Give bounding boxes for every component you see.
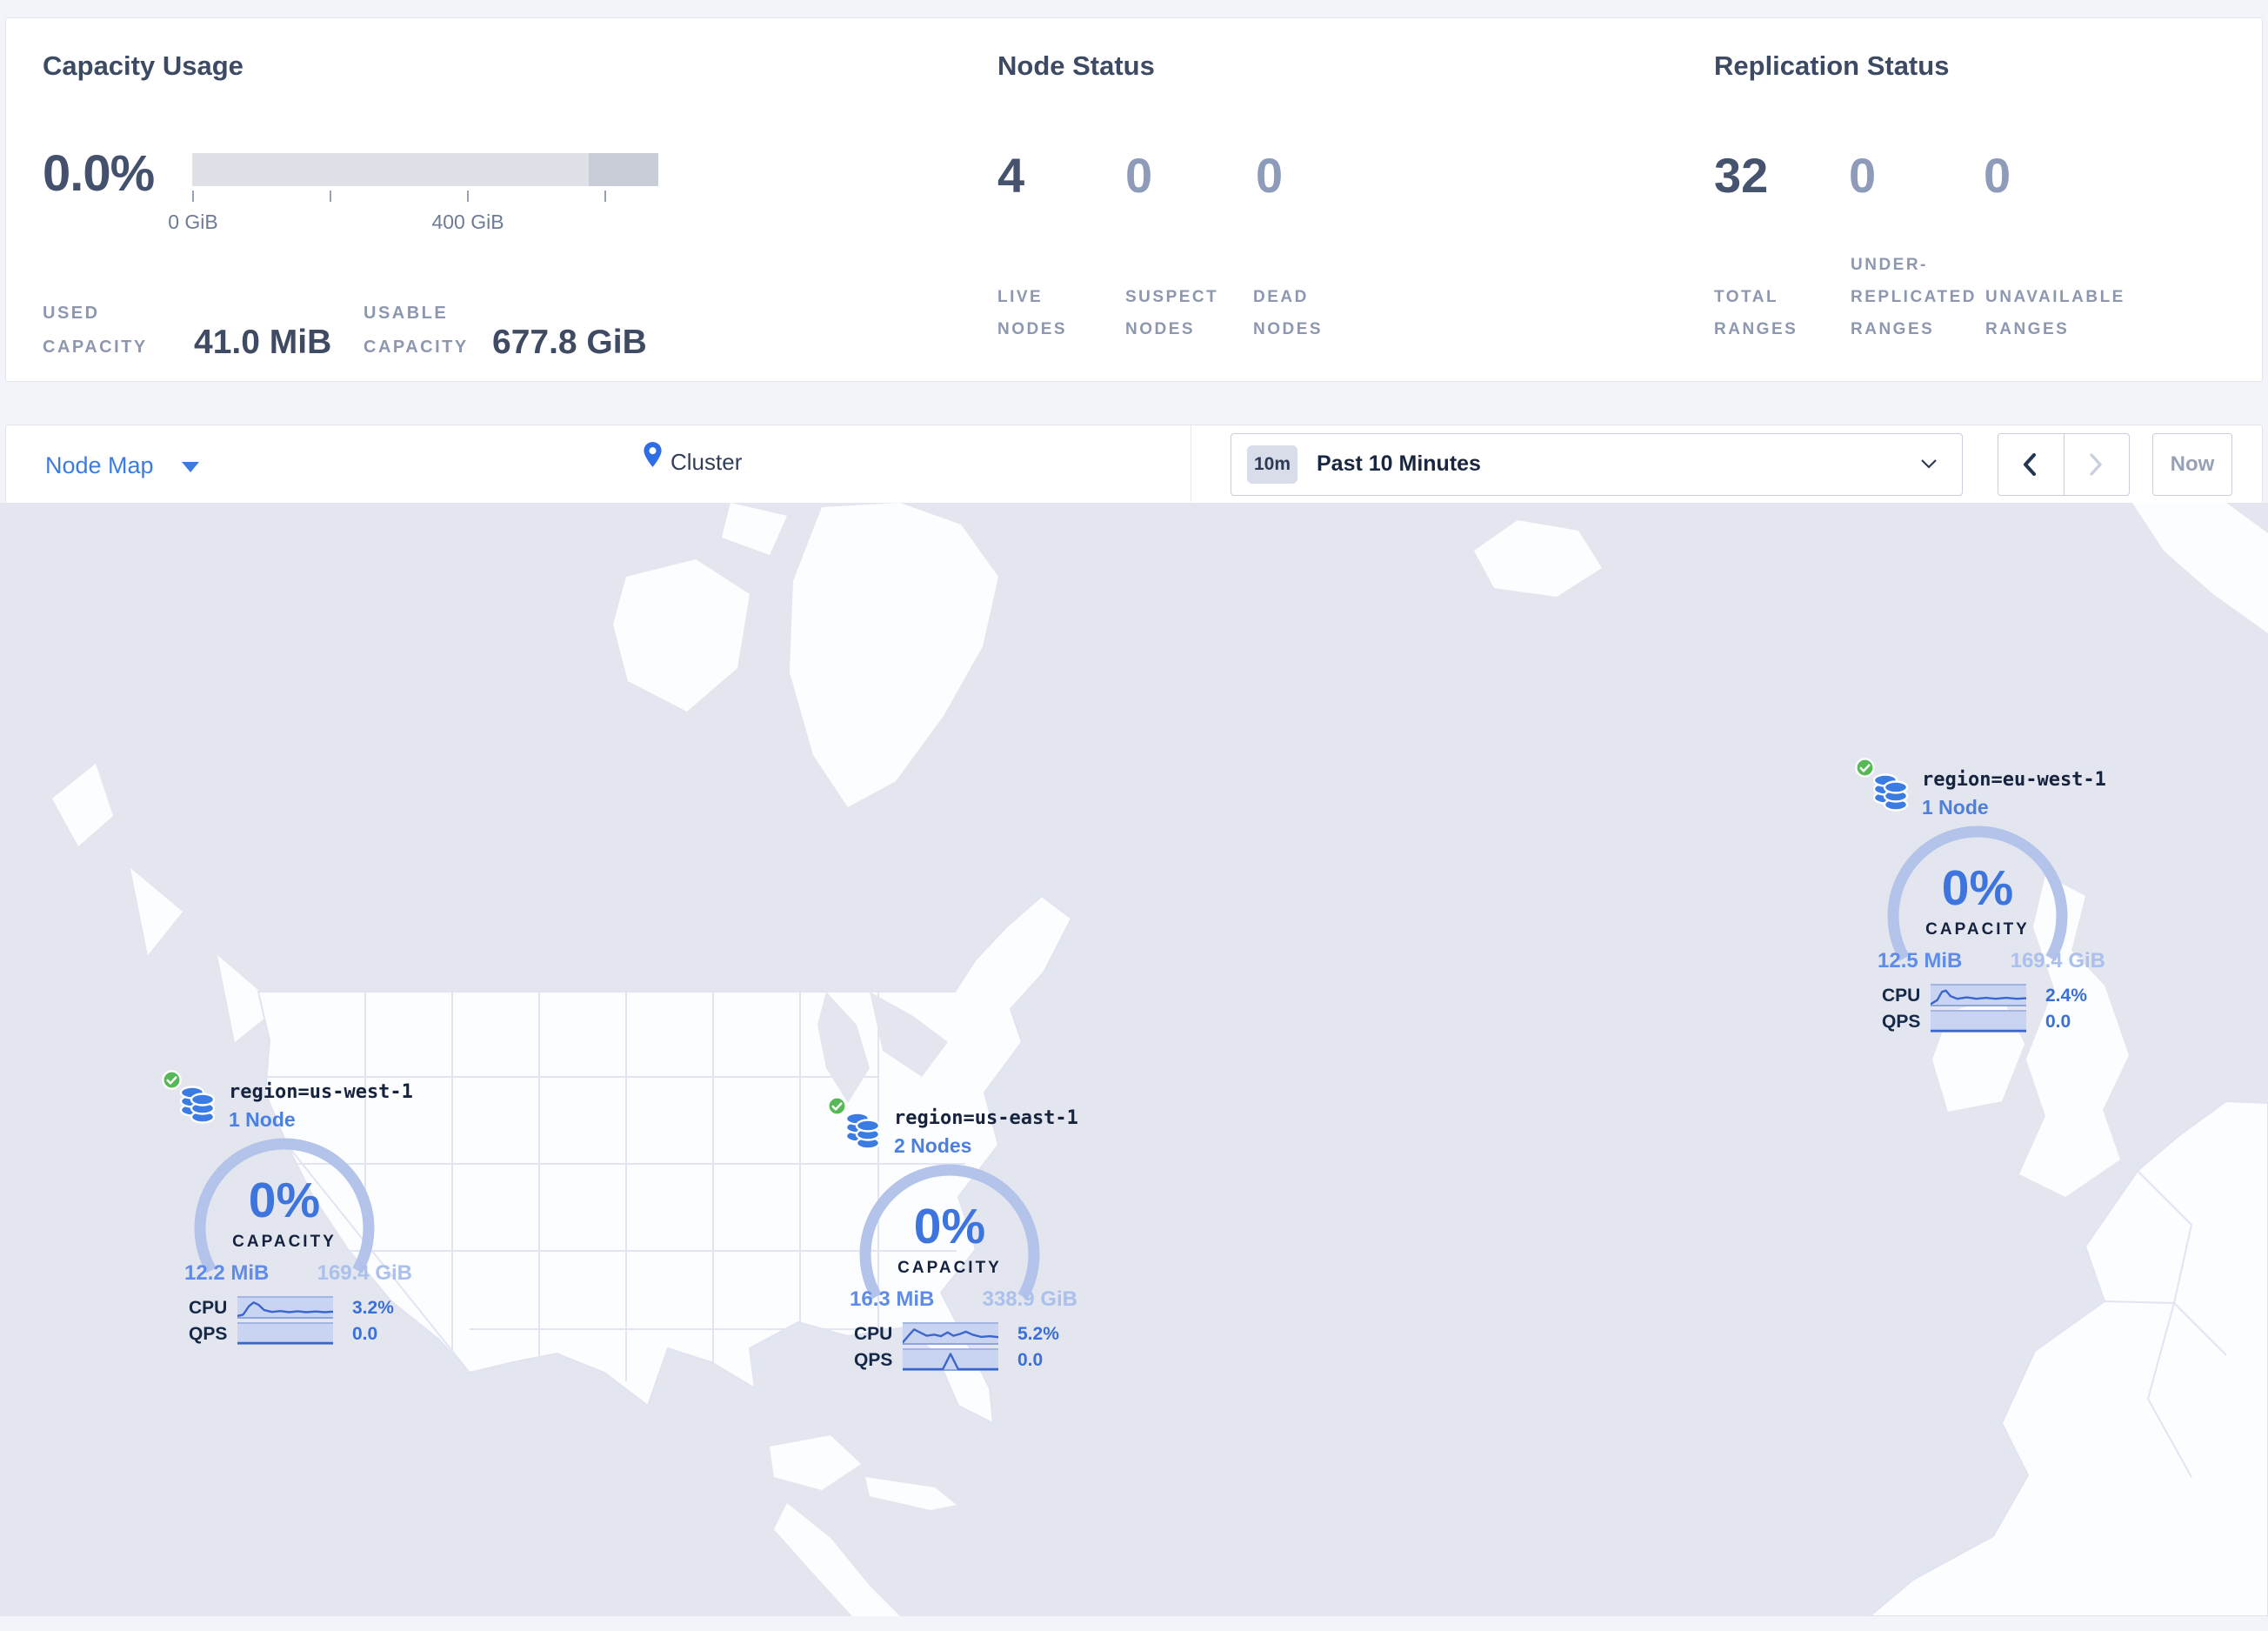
time-forward-button[interactable] (2065, 434, 2130, 495)
world-map (0, 503, 2268, 1616)
database-stack-icon (180, 1086, 215, 1124)
capacity-ring (859, 1164, 1040, 1300)
under-replicated-count: 0 (1849, 148, 1877, 203)
view-selector-dropdown[interactable]: Node Map (40, 441, 214, 488)
cpu-label: CPU (1882, 986, 1921, 1006)
chevron-left-icon (2024, 453, 2036, 476)
map-toolbar: Node Map Cluster 10m Past 10 Minutes Now (5, 424, 2263, 505)
capacity-caption: CAPACITY (232, 1233, 337, 1251)
cpu-label: CPU (189, 1298, 228, 1318)
replication-status-section: Replication Status 32 0 0 TOTAL RANGES U… (6, 18, 2262, 381)
qps-label: QPS (189, 1324, 228, 1344)
qps-row: QPS 0.0 (854, 1348, 1063, 1371)
under-replicated-label: UNDER-REPLICATED RANGES (1851, 256, 1977, 338)
qps-sparkline (903, 1348, 998, 1371)
replication-status-title: Replication Status (1714, 50, 1950, 81)
region-marker-eu-west-1[interactable]: region=eu-west-1 1 Node 0% CAPACITY 12.5… (1832, 749, 2119, 1045)
capacity-caption: CAPACITY (1925, 920, 2030, 939)
unavailable-count: 0 (1984, 148, 2011, 203)
qps-row: QPS 0.0 (1882, 1010, 2091, 1033)
cpu-value: 3.2% (352, 1298, 394, 1318)
healthy-check-icon (1855, 758, 1875, 778)
cpu-row: CPU 3.2% (189, 1296, 397, 1319)
region-label: region=eu-west-1 (1922, 769, 2106, 791)
used-capacity-value: 12.2 MiB (184, 1261, 270, 1285)
time-range-dropdown[interactable]: 10m Past 10 Minutes (1231, 433, 1963, 496)
database-stack-icon (845, 1112, 880, 1150)
database-stack-icon (1873, 773, 1908, 812)
unavailable-label: UNAVAILABLE RANGES (1985, 288, 2125, 338)
now-button[interactable]: Now (2152, 433, 2232, 496)
qps-sparkline (1931, 1010, 2026, 1033)
region-label: region=us-east-1 (894, 1107, 1078, 1129)
capacity-values: 12.5 MiB 169.4 GiB (1878, 949, 2105, 973)
capacity-values: 16.3 MiB 338.9 GiB (850, 1287, 1077, 1312)
cpu-label: CPU (854, 1324, 893, 1344)
chevron-down-icon (1921, 459, 1937, 469)
total-capacity-value: 169.4 GiB (317, 1261, 412, 1285)
qps-sparkline (237, 1322, 333, 1345)
qps-row: QPS 0.0 (189, 1322, 397, 1345)
node-count-label: 2 Nodes (894, 1134, 972, 1157)
time-back-button[interactable] (1998, 434, 2065, 495)
cpu-row: CPU 5.2% (854, 1322, 1063, 1345)
chevron-down-icon (182, 462, 199, 472)
capacity-values: 12.2 MiB 169.4 GiB (184, 1261, 412, 1286)
time-step-buttons (1998, 433, 2130, 496)
node-map-page: Capacity Usage 0.0% 0 GiB 400 GiB USED C… (0, 0, 2268, 1631)
cpu-value: 2.4% (2045, 986, 2087, 1006)
region-marker-us-east-1[interactable]: region=us-east-1 2 Nodes 0% CAPACITY 16.… (804, 1087, 1091, 1383)
breadcrumb-label: Cluster (670, 449, 743, 475)
cpu-sparkline (237, 1296, 333, 1319)
cpu-sparkline (1931, 984, 2026, 1006)
used-capacity-value: 12.5 MiB (1878, 949, 1963, 973)
capacity-percent: 0% (248, 1173, 321, 1228)
time-range-label: Past 10 Minutes (1317, 451, 1481, 476)
used-capacity-value: 16.3 MiB (850, 1287, 935, 1311)
qps-value: 0.0 (1017, 1350, 1044, 1370)
capacity-ring (194, 1138, 375, 1273)
time-range-badge: 10m (1247, 445, 1297, 484)
chevron-right-icon (2089, 453, 2102, 476)
healthy-check-icon (162, 1070, 182, 1090)
qps-label: QPS (854, 1350, 893, 1370)
qps-value: 0.0 (352, 1324, 378, 1344)
breadcrumb[interactable]: Cluster (643, 438, 817, 490)
map-pin-icon (644, 442, 662, 467)
cpu-sparkline (903, 1322, 998, 1345)
total-ranges-count: 32 (1714, 148, 1769, 203)
total-capacity-value: 338.9 GiB (982, 1287, 1077, 1311)
capacity-caption: CAPACITY (897, 1259, 1002, 1277)
qps-value: 0.0 (2045, 1012, 2071, 1032)
node-count-label: 1 Node (1922, 796, 1989, 819)
region-label: region=us-west-1 (229, 1081, 413, 1103)
total-ranges-label: TOTAL RANGES (1714, 288, 1798, 338)
total-capacity-value: 169.4 GiB (2010, 949, 2105, 973)
node-count-label: 1 Node (229, 1108, 296, 1131)
cpu-row: CPU 2.4% (1882, 984, 2091, 1006)
node-map[interactable]: region=us-west-1 1 Node 0% CAPACITY 12.2… (0, 503, 2268, 1616)
capacity-percent: 0% (913, 1199, 986, 1254)
qps-label: QPS (1882, 1012, 1921, 1032)
capacity-ring (1887, 826, 2068, 961)
cluster-summary-card: Capacity Usage 0.0% 0 GiB 400 GiB USED C… (5, 17, 2263, 382)
region-marker-us-west-1[interactable]: region=us-west-1 1 Node 0% CAPACITY 12.2… (139, 1061, 426, 1357)
capacity-percent: 0% (1941, 860, 2014, 916)
healthy-check-icon (827, 1096, 847, 1116)
view-selector-label: Node Map (45, 452, 154, 478)
cpu-value: 5.2% (1017, 1324, 1059, 1344)
